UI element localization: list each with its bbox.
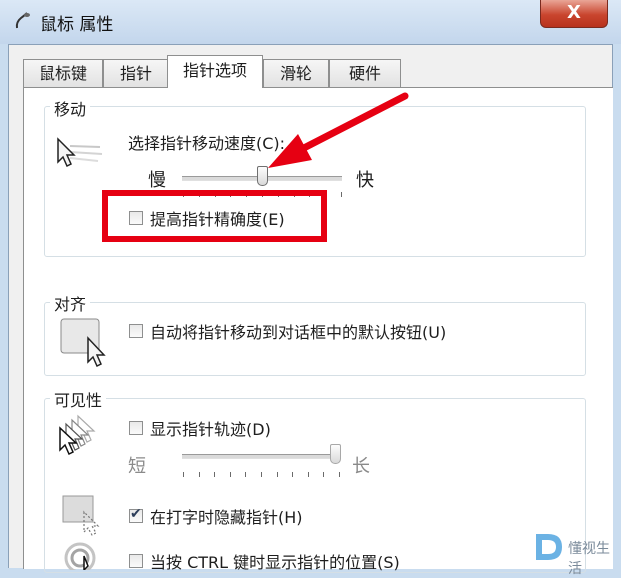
watermark: 懂视生活 (532, 530, 620, 577)
annotation-arrow (268, 92, 409, 168)
watermark-text: 懂视生活 (568, 541, 610, 577)
watermark-logo-icon (536, 534, 562, 560)
